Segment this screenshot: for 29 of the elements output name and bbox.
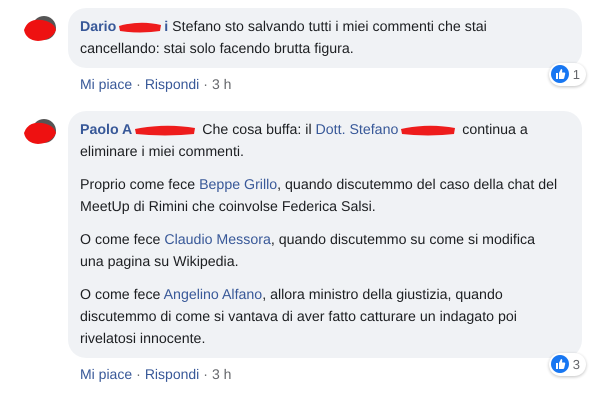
name-link[interactable]: Dott. Stefano <box>316 122 398 138</box>
comment-text: O come fece Angelino Alfano, allora ministro della giustizia, quando discutemmo di come si vantava di aver fatto catturare un indagato poi rivelatosi innocente. <box>80 286 518 349</box>
separator-dot: · <box>136 75 141 94</box>
like-icon <box>550 355 569 374</box>
name-link[interactable]: Beppe Grillo <box>199 177 278 193</box>
redaction-scribble <box>117 20 164 34</box>
comment-text: O come fece Claudio Messora, quando discutemmo su come si modifica una pagina su Wikipedia. <box>80 231 536 272</box>
action-link[interactable]: Rispondi <box>144 74 200 95</box>
timestamp: 3 h <box>212 75 232 94</box>
comment-text: Dario i Stefano sto salvando tutti i miei commenti che stai cancellando: stai solo facendo brutta figura. <box>80 18 488 59</box>
separator-dot: · <box>203 75 208 94</box>
like-icon <box>550 65 569 84</box>
timestamp: 3 h <box>212 365 232 384</box>
comment-text: Paolo A Che cosa buffa: il Dott. Stefano continua a eliminare i miei commenti. <box>80 121 529 162</box>
reaction-count: 3 <box>572 356 580 374</box>
action-link[interactable]: Mi piace <box>80 364 132 385</box>
separator-dot: · <box>136 365 141 384</box>
name-link[interactable]: Claudio Messora <box>164 232 271 248</box>
reaction-badge[interactable]: 3 <box>548 352 586 376</box>
reaction-count: 1 <box>572 66 580 84</box>
separator-dot: · <box>203 365 208 384</box>
redaction-scribble <box>133 123 198 138</box>
action-link[interactable]: Rispondi <box>144 364 200 385</box>
name-link[interactable]: Angelino Alfano <box>164 287 262 303</box>
author-link[interactable]: Paolo A <box>80 122 132 138</box>
action-link[interactable]: Mi piace <box>80 74 132 95</box>
reaction-badge[interactable]: 1 <box>548 62 586 86</box>
author-link[interactable]: Dario <box>80 19 116 35</box>
comment-text: Proprio come fece Beppe Grillo, quando discutemmo del caso della chat del MeetUp di Rimini che coinvolse Federica Salsi. <box>80 176 558 217</box>
